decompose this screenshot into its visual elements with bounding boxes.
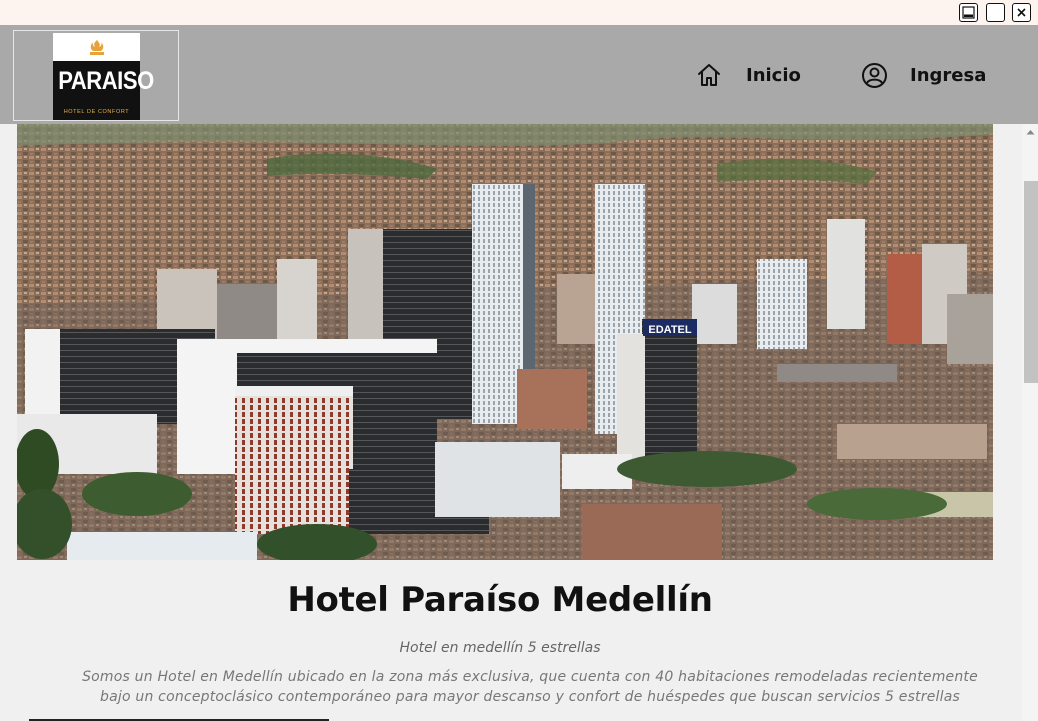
user-icon — [862, 62, 887, 88]
nav-ingresa[interactable]: Ingresa — [861, 60, 986, 90]
close-icon — [1017, 8, 1026, 17]
page-description: Somos un Hotel en Medellín ubicado en la… — [40, 667, 1020, 707]
window-titlebar — [0, 0, 1038, 25]
vertical-scrollbar[interactable] — [1022, 124, 1038, 721]
logo-wordmark: PARAISO — [58, 67, 154, 95]
minimize-icon — [962, 6, 975, 19]
nav-ingresa-label: Ingresa — [910, 64, 987, 86]
page-content: EDATEL Hotel Paraíso Medellín Hotel en m… — [0, 124, 1038, 721]
nav-inicio-label: Inicio — [746, 64, 801, 86]
close-button[interactable] — [1012, 3, 1031, 22]
logo-tagline: HOTEL DE CONFORT — [63, 109, 130, 115]
scroll-up-button[interactable] — [1022, 124, 1038, 140]
nav-inicio[interactable]: Inicio — [696, 60, 801, 90]
page-title: Hotel Paraíso Medellín — [287, 580, 713, 620]
scrollbar-thumb[interactable] — [1024, 181, 1038, 383]
home-icon — [698, 64, 720, 86]
page-subtitle: Hotel en medellín 5 estrellas — [399, 640, 601, 656]
logo-link[interactable]: PARAISO HOTEL DE CONFORT — [13, 30, 179, 121]
hero-image: EDATEL — [17, 124, 993, 560]
edatel-sign: EDATEL — [648, 324, 691, 336]
minimize-button[interactable] — [959, 3, 978, 22]
flame-crest-icon — [90, 40, 104, 55]
description-line-1: Somos un Hotel en Medellín ubicado en la… — [82, 669, 978, 685]
maximize-icon — [989, 6, 1002, 19]
city-skyline-image: EDATEL — [17, 124, 993, 560]
scroll-up-icon — [1026, 130, 1034, 135]
maximize-button[interactable] — [986, 3, 1005, 22]
hotel-logo: PARAISO HOTEL DE CONFORT — [53, 33, 154, 120]
site-header: PARAISO HOTEL DE CONFORT Inicio Ingresa — [0, 25, 1038, 124]
description-line-2: bajo un conceptoclásico contemporáneo pa… — [100, 689, 960, 705]
